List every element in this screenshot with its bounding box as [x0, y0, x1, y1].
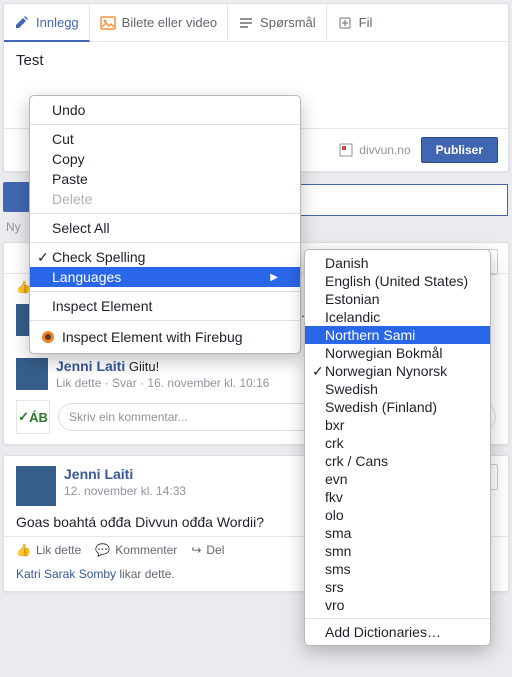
thumb-icon: 👍: [16, 543, 31, 557]
lang-norwegian-nynorsk[interactable]: Norwegian Nynorsk: [305, 362, 490, 380]
lang-norwegian-bokmal[interactable]: Norwegian Bokmål: [305, 344, 490, 362]
lang-bxr[interactable]: bxr: [305, 416, 490, 434]
share-button[interactable]: ↪Del: [191, 543, 224, 557]
lang-olo[interactable]: olo: [305, 506, 490, 524]
menu-inspect[interactable]: Inspect Element: [30, 296, 300, 316]
publish-button[interactable]: Publiser: [421, 137, 498, 163]
tab-media-label: Bilete eller video: [122, 15, 217, 30]
tab-question-label: Spørsmål: [260, 15, 316, 30]
share-icon: ↪: [191, 543, 201, 557]
tab-post[interactable]: Innlegg: [4, 4, 90, 42]
liker-name[interactable]: Katri Sarak Somby: [16, 567, 116, 581]
avatar[interactable]: [16, 358, 48, 390]
comment-time: 16. november kl. 10:16: [147, 376, 269, 390]
firebug-icon: [40, 329, 56, 345]
lang-english-us[interactable]: English (United States): [305, 272, 490, 290]
lang-fkv[interactable]: fkv: [305, 488, 490, 506]
lang-sms[interactable]: sms: [305, 560, 490, 578]
photo-icon: [100, 15, 116, 31]
menu-separator: [305, 618, 490, 619]
menu-separator: [30, 124, 300, 125]
menu-languages[interactable]: Languages: [30, 267, 300, 287]
tab-file[interactable]: Fil: [327, 4, 383, 41]
post-author[interactable]: Jenni Laiti: [64, 466, 186, 482]
menu-paste[interactable]: Paste: [30, 169, 300, 189]
lang-vro[interactable]: vro: [305, 596, 490, 614]
comment-reply[interactable]: Svar: [112, 376, 137, 390]
menu-cut[interactable]: Cut: [30, 129, 300, 149]
context-menu: Undo Cut Copy Paste Delete Select All Ch…: [29, 95, 301, 354]
comment-button[interactable]: 💬Kommenter: [95, 543, 177, 557]
divvun-label: divvun.no: [359, 143, 410, 157]
lang-icelandic[interactable]: Icelandic: [305, 308, 490, 326]
comment-like[interactable]: Lik dette: [56, 376, 101, 390]
comment-text: Giitu!: [129, 359, 159, 374]
lang-estonian[interactable]: Estonian: [305, 290, 490, 308]
lang-crk-cans[interactable]: crk / Cans: [305, 452, 490, 470]
avatar[interactable]: [16, 466, 56, 506]
lang-swedish[interactable]: Swedish: [305, 380, 490, 398]
tab-media[interactable]: Bilete eller video: [90, 4, 228, 41]
divvun-link[interactable]: divvun.no: [339, 143, 410, 157]
divvun-icon: [339, 143, 353, 157]
menu-delete: Delete: [30, 189, 300, 209]
pencil-icon: [14, 14, 30, 30]
tab-file-label: Fil: [359, 15, 373, 30]
menu-undo[interactable]: Undo: [30, 100, 300, 120]
lang-sma[interactable]: sma: [305, 524, 490, 542]
menu-separator: [30, 291, 300, 292]
menu-separator: [30, 242, 300, 243]
user-avatar[interactable]: ✓ÁB: [16, 400, 50, 434]
tab-question[interactable]: Spørsmål: [228, 4, 327, 41]
menu-firebug[interactable]: Inspect Element with Firebug: [30, 325, 300, 349]
plus-file-icon: [337, 15, 353, 31]
composer-tabs: Innlegg Bilete eller video Spørsmål Fil: [4, 4, 508, 42]
comment-icon: 💬: [95, 543, 110, 557]
lang-northern-sami[interactable]: Northern Sami: [305, 326, 490, 344]
lang-swedish-finland[interactable]: Swedish (Finland): [305, 398, 490, 416]
menu-select-all[interactable]: Select All: [30, 218, 300, 238]
menu-separator: [30, 320, 300, 321]
menu-separator: [30, 213, 300, 214]
commenter-name[interactable]: Jenni Laiti: [56, 358, 125, 374]
tab-post-label: Innlegg: [36, 15, 79, 30]
menu-check-spelling[interactable]: Check Spelling: [30, 247, 300, 267]
menu-copy[interactable]: Copy: [30, 149, 300, 169]
lang-add-dictionaries[interactable]: Add Dictionaries…: [305, 623, 490, 641]
lang-crk[interactable]: crk: [305, 434, 490, 452]
lang-danish[interactable]: Danish: [305, 254, 490, 272]
lang-evn[interactable]: evn: [305, 470, 490, 488]
like-button[interactable]: 👍Lik dette: [16, 543, 81, 557]
lang-srs[interactable]: srs: [305, 578, 490, 596]
list-icon: [238, 15, 254, 31]
languages-submenu: Danish English (United States) Estonian …: [304, 249, 491, 646]
post-time: 12. november kl. 14:33: [64, 484, 186, 498]
lang-smn[interactable]: smn: [305, 542, 490, 560]
